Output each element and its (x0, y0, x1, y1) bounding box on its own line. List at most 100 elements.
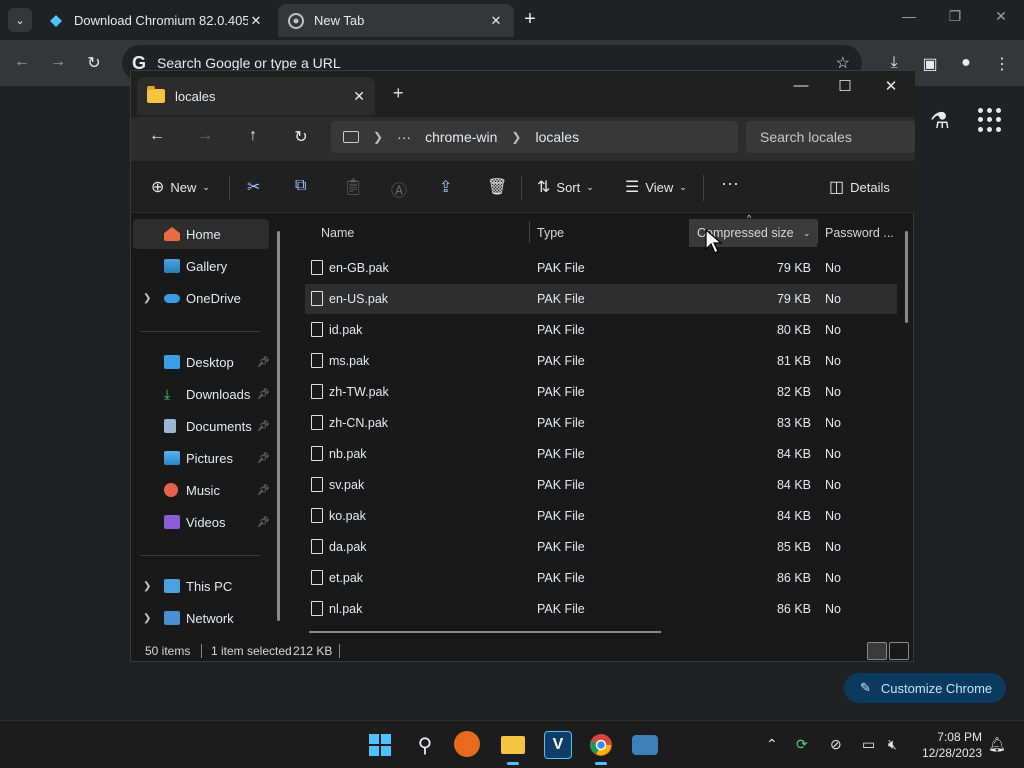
profile-icon[interactable]: ● (955, 54, 977, 72)
sidebar-item-downloads[interactable]: ⤓ Downloads 📌︎ (133, 379, 270, 409)
back-icon[interactable]: ← (145, 127, 169, 145)
close-tab-icon[interactable]: ✕ (353, 88, 365, 105)
network-off-icon[interactable]: ⊘ (830, 736, 842, 753)
pin-icon[interactable]: 📌︎ (257, 485, 270, 496)
chevron-right-icon[interactable]: ❯ (143, 293, 151, 304)
table-row[interactable]: da.pak PAK File 85 KB No (305, 532, 897, 562)
close-window-icon[interactable]: ✕ (879, 77, 903, 95)
side-panel-icon[interactable]: ▣ (919, 54, 941, 74)
minimize-icon[interactable]: — (789, 77, 813, 94)
file-explorer-taskbar-icon[interactable] (499, 731, 527, 765)
column-header-name[interactable]: Name (313, 219, 529, 247)
menu-kebab-icon[interactable]: ⋮ (991, 54, 1013, 74)
sidebar-item-documents[interactable]: Documents 📌︎ (133, 411, 270, 441)
minimize-icon[interactable]: — (899, 8, 919, 24)
tab-new-tab[interactable]: New Tab ✕ (278, 4, 514, 37)
chevron-down-icon[interactable]: ⌄ (803, 228, 811, 239)
table-row[interactable]: et.pak PAK File 86 KB No (305, 563, 897, 593)
pin-icon[interactable]: 📌︎ (257, 357, 270, 368)
sidebar-item-onedrive[interactable]: ❯ OneDrive (133, 283, 269, 313)
labs-flask-icon[interactable]: ⚗ (930, 108, 950, 134)
notification-bell-icon[interactable]: 🔔︎ (988, 736, 1006, 753)
pin-icon[interactable]: 📌︎ (257, 421, 270, 432)
maximize-icon[interactable]: ☐ (833, 77, 857, 95)
table-row[interactable]: ms.pak PAK File 81 KB No (305, 346, 897, 376)
details-view-icon[interactable] (867, 642, 887, 660)
table-row[interactable]: zh-TW.pak PAK File 82 KB No (305, 377, 897, 407)
table-row-selected[interactable]: en-US.pak PAK File 79 KB No (305, 284, 897, 314)
sidebar-item-home[interactable]: Home (133, 219, 269, 249)
v-app-icon[interactable]: V (544, 731, 572, 759)
display-icon[interactable]: ▭ (862, 736, 875, 753)
volume-muted-icon[interactable]: 🔇︎ (888, 736, 897, 753)
chevron-up-icon[interactable]: ⌃ (766, 736, 778, 753)
explorer-tab-locales[interactable]: locales ✕ (137, 77, 375, 115)
chevron-right-icon[interactable]: ❯ (143, 581, 151, 592)
new-tab-button[interactable]: + (520, 9, 540, 30)
table-row[interactable]: id.pak PAK File 80 KB No (305, 315, 897, 345)
chevron-right-icon[interactable]: ❯ (143, 613, 151, 624)
delete-button[interactable]: 🗑︎ (487, 177, 507, 197)
fl-studio-icon[interactable] (454, 731, 480, 757)
breadcrumb-overflow[interactable]: ··· (397, 129, 411, 145)
column-header-type[interactable]: Type (529, 219, 689, 247)
sync-icon[interactable]: ⟳ (796, 736, 808, 753)
pin-icon[interactable]: 📌︎ (257, 517, 270, 528)
restore-icon[interactable]: ❐ (945, 8, 965, 25)
new-button[interactable]: ⊕ New ⌄ (151, 177, 210, 197)
sort-button[interactable]: ⇅ Sort ⌄ (537, 177, 594, 197)
up-icon[interactable]: ↑ (241, 127, 265, 145)
tab-search-button[interactable]: ⌄ (8, 8, 32, 32)
file-list-vertical-scrollbar[interactable] (905, 231, 908, 323)
share-button[interactable]: ⇪ (439, 177, 452, 197)
forward-icon[interactable]: → (46, 53, 70, 71)
file-list-horizontal-scrollbar[interactable] (309, 631, 661, 633)
copy-button[interactable]: ⧉ (295, 177, 306, 195)
table-row[interactable]: ko.pak PAK File 84 KB No (305, 501, 897, 531)
column-header-password[interactable]: Password ... (817, 219, 907, 247)
close-tab-icon[interactable]: ✕ (488, 13, 504, 29)
sidebar-scrollbar[interactable] (277, 231, 280, 621)
breadcrumb-chrome-win[interactable]: chrome-win (425, 129, 497, 145)
sidebar-item-pictures[interactable]: Pictures 📌︎ (133, 443, 270, 473)
rename-button[interactable]: Ⓐ (391, 177, 407, 201)
sidebar-item-gallery[interactable]: Gallery (133, 251, 269, 281)
system-clock[interactable]: 7:08 PM 12/28/2023 (918, 729, 982, 761)
start-button[interactable] (366, 731, 394, 759)
refresh-icon[interactable]: ↻ (289, 127, 313, 147)
breadcrumb-locales[interactable]: locales (535, 129, 579, 145)
search-icon[interactable]: ⚲ (411, 731, 439, 759)
sidebar-item-videos[interactable]: Videos 📌︎ (133, 507, 270, 537)
sidebar-item-network[interactable]: ❯ Network (133, 603, 269, 633)
table-row[interactable]: zh-CN.pak PAK File 83 KB No (305, 408, 897, 438)
back-icon[interactable]: ← (10, 53, 34, 71)
new-explorer-tab-button[interactable]: + (393, 83, 404, 104)
table-row[interactable]: en-GB.pak PAK File 79 KB No (305, 253, 897, 283)
more-options-icon[interactable]: ··· (721, 173, 739, 194)
details-button[interactable]: ◫ Details (829, 177, 890, 197)
close-tab-icon[interactable]: ✕ (248, 13, 264, 29)
table-row[interactable]: nb.pak PAK File 84 KB No (305, 439, 897, 469)
cut-button[interactable]: ✂ (247, 177, 260, 197)
sidebar-item-this-pc[interactable]: ❯ This PC (133, 571, 269, 601)
table-row[interactable]: sv.pak PAK File 84 KB No (305, 470, 897, 500)
sidebar-item-music[interactable]: Music 📌︎ (133, 475, 270, 505)
chrome-taskbar-icon[interactable] (587, 731, 615, 765)
reload-icon[interactable]: ↻ (82, 53, 106, 73)
tiles-view-icon[interactable] (889, 642, 909, 660)
remote-desktop-icon[interactable] (632, 735, 658, 755)
tab-download-chromium[interactable]: Download Chromium 82.0.4050 ✕ (38, 4, 274, 37)
view-button[interactable]: ☰ View ⌄ (625, 177, 687, 197)
close-window-icon[interactable]: ✕ (991, 8, 1011, 25)
paste-button[interactable]: 📋︎ (343, 177, 363, 197)
search-input[interactable]: Search locales (746, 121, 915, 153)
file-password: No (825, 292, 841, 306)
table-row[interactable]: nl.pak PAK File 86 KB No (305, 594, 897, 624)
sidebar-item-desktop[interactable]: Desktop 📌︎ (133, 347, 270, 377)
address-bar[interactable]: ❯ ··· chrome-win ❯ locales (331, 121, 738, 153)
pin-icon[interactable]: 📌︎ (257, 453, 270, 464)
google-apps-icon[interactable] (978, 108, 1002, 132)
forward-icon[interactable]: → (193, 127, 217, 145)
pin-icon[interactable]: 📌︎ (257, 389, 270, 400)
customize-chrome-button[interactable]: ✎ Customize Chrome (844, 673, 1006, 703)
